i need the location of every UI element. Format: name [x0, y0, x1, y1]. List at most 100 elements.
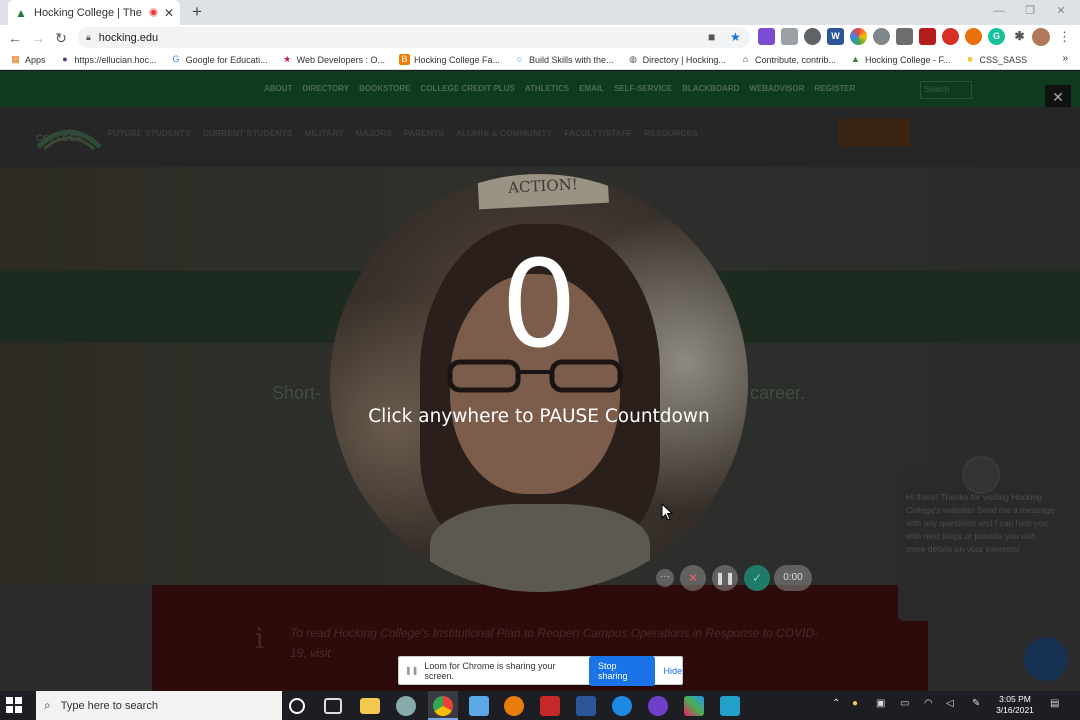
stop-sharing-button[interactable]: Stop sharing — [588, 655, 656, 686]
extension-icon[interactable] — [804, 28, 821, 45]
bookmark-item[interactable]: ■ CSS_SASS — [965, 54, 1027, 65]
browser-toolbar: ← → ↻ 🔒︎ hocking.edu ■ ★ W G ✱ ⋮ — [0, 25, 1080, 50]
loom-finish-button[interactable]: ✓ — [744, 565, 770, 591]
nav-item[interactable]: MILITARY — [304, 128, 343, 138]
battery-icon[interactable]: ▭ — [900, 698, 909, 709]
bookmark-item[interactable]: G Google for Educati... — [171, 54, 268, 65]
hide-button[interactable]: Hide — [663, 666, 682, 676]
pen-icon[interactable]: ✎ — [972, 698, 980, 709]
home-icon: ⌂ — [742, 54, 749, 64]
address-bar[interactable]: 🔒︎ hocking.edu ■ ★ — [78, 27, 750, 48]
countdown-number[interactable]: 0 — [330, 236, 748, 376]
utility-link[interactable]: COLLEGE CREDIT PLUS — [421, 84, 515, 93]
nav-item[interactable]: MAJORS — [356, 128, 392, 138]
drag-handle-icon[interactable]: ❚❚ — [405, 666, 418, 675]
extension-icon[interactable] — [781, 28, 798, 45]
windows-start-icon[interactable] — [6, 697, 22, 713]
sharing-message: Loom for Chrome is sharing your screen. — [424, 660, 556, 681]
extension-icon[interactable] — [758, 28, 775, 45]
taskbar-clock[interactable]: 3:05 PM 3/16/2021 — [990, 694, 1040, 716]
close-window-button[interactable]: ✕ — [1044, 0, 1078, 25]
camera-icon[interactable]: ■ — [708, 30, 715, 44]
back-button[interactable]: ← — [5, 28, 25, 48]
tray-app-icon[interactable]: ● — [852, 698, 858, 709]
loom-pause-button[interactable]: ❚❚ — [712, 565, 738, 591]
task-view-icon[interactable] — [324, 698, 342, 714]
utility-link[interactable]: ATHLETICS — [525, 84, 569, 93]
reload-button[interactable]: ↻ — [51, 28, 71, 48]
bookmark-item[interactable]: ○ Build Skills with the... — [514, 54, 614, 65]
utility-link[interactable]: ABOUT — [264, 84, 292, 93]
minimize-button[interactable]: — — [982, 0, 1016, 25]
nav-item[interactable]: FACULTY/STAFF — [564, 128, 632, 138]
tab-close-button[interactable]: ✕ — [164, 6, 174, 20]
extension-icon[interactable] — [850, 28, 867, 45]
volume-icon[interactable]: ◁ — [946, 698, 954, 709]
nav-item[interactable]: ALUMNI & COMMUNITY — [456, 128, 552, 138]
chrome-menu-icon[interactable]: ⋮ — [1058, 29, 1071, 45]
bookmarks-overflow-button[interactable]: » — [1062, 53, 1068, 64]
profile-avatar[interactable] — [1032, 28, 1050, 46]
utility-link[interactable]: EMAIL — [579, 84, 604, 93]
loom-cancel-button[interactable]: ✕ — [680, 565, 706, 591]
app-icon[interactable] — [469, 696, 489, 716]
bookmark-item[interactable]: ▦ Apps — [10, 54, 45, 65]
chrome-icon[interactable] — [433, 696, 453, 716]
network-icon[interactable]: ◠ — [924, 698, 933, 709]
extension-icon[interactable] — [965, 28, 982, 45]
blender-icon[interactable] — [504, 696, 524, 716]
apply-button[interactable] — [838, 119, 910, 147]
nav-item[interactable]: PARENTS — [404, 128, 444, 138]
forward-button[interactable]: → — [28, 28, 48, 48]
loom-more-button[interactable]: ··· — [656, 569, 674, 587]
puzzle-icon[interactable]: ✱ — [1011, 28, 1028, 45]
word-icon[interactable]: W — [827, 28, 844, 45]
extension-icon[interactable] — [919, 28, 936, 45]
bookmark-item[interactable]: B Hocking College Fa... — [398, 54, 500, 65]
bookmark-item[interactable]: ★ Web Developers : O... — [282, 54, 385, 65]
folder-icon: ■ — [967, 54, 973, 64]
app-icon[interactable] — [720, 696, 740, 716]
bookmark-label: https://ellucian.hoc... — [74, 54, 157, 65]
bookmark-star-icon[interactable]: ★ — [730, 30, 741, 44]
utility-link[interactable]: REGISTER — [815, 84, 856, 93]
utility-link[interactable]: BOOKSTORE — [359, 84, 410, 93]
site-search-input[interactable]: Search — [920, 81, 972, 99]
nav-item[interactable]: CURRENT STUDENTS — [203, 128, 293, 138]
pause-countdown-message[interactable]: Click anywhere to PAUSE Countdown — [330, 406, 748, 427]
new-tab-button[interactable]: + — [187, 2, 207, 22]
overlay-close-icon[interactable]: ✕ — [1045, 85, 1071, 109]
app-icon[interactable] — [612, 696, 632, 716]
notifications-icon[interactable]: ▤ — [1050, 698, 1059, 709]
app-icon[interactable] — [540, 696, 560, 716]
cortana-icon[interactable] — [289, 698, 305, 714]
bookmark-item[interactable]: ▲ Hocking College - F... — [850, 54, 951, 65]
github-icon[interactable] — [648, 696, 668, 716]
grammarly-icon[interactable]: G — [988, 28, 1005, 45]
file-explorer-icon[interactable] — [360, 698, 380, 714]
tray-app-icon[interactable]: ▣ — [876, 698, 885, 709]
utility-link[interactable]: DIRECTORY — [302, 84, 349, 93]
tray-chevron-icon[interactable]: ⌃ — [832, 698, 840, 709]
download-icon[interactable] — [896, 28, 913, 45]
extension-icon[interactable] — [873, 28, 890, 45]
bookmark-item[interactable]: ⌂ Contribute, contrib... — [740, 54, 836, 65]
bookmark-label: Contribute, contrib... — [754, 54, 836, 65]
extension-icon[interactable] — [942, 28, 959, 45]
utility-link[interactable]: BLACKBOARD — [682, 84, 739, 93]
app-icon[interactable] — [684, 696, 704, 716]
taskbar-search-box[interactable]: ⌕ Type here to search — [36, 691, 282, 720]
chat-launcher-button[interactable] — [1024, 637, 1068, 681]
app-icon[interactable] — [396, 696, 416, 716]
maximize-button[interactable]: ❐ — [1013, 0, 1047, 25]
tab-hocking[interactable]: ▲ Hocking College | The Home ✕ — [8, 0, 180, 25]
utility-link[interactable]: WEBADVISOR — [749, 84, 804, 93]
nav-item[interactable]: RESOURCES — [644, 128, 698, 138]
utility-link[interactable]: SELF-SERVICE — [614, 84, 672, 93]
word-icon[interactable] — [576, 696, 596, 716]
google-icon: G — [172, 54, 180, 64]
bookmark-item[interactable]: ● https://ellucian.hoc... — [60, 54, 157, 65]
bookmark-item[interactable]: ◍ Directory | Hocking... — [628, 54, 726, 65]
nav-item[interactable]: FUTURE STUDENTS — [108, 128, 191, 138]
extensions-row: W G ✱ — [758, 28, 1028, 45]
